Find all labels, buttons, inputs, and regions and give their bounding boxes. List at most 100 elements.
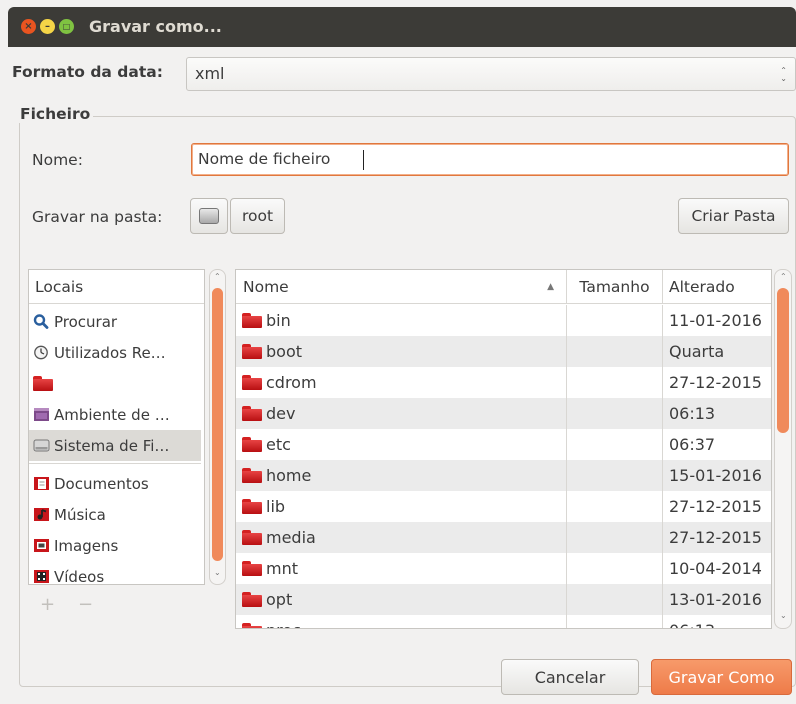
file-modified: 27-12-2015 xyxy=(669,528,762,547)
place-recent[interactable]: Utilizados Re… xyxy=(29,337,201,368)
file-modified: 27-12-2015 xyxy=(669,497,762,516)
file-row[interactable]: dev 06:13 xyxy=(236,398,771,429)
places-header: Locais xyxy=(29,270,204,304)
column-modified-label: Alterado xyxy=(669,277,735,296)
file-modified: 27-12-2015 xyxy=(669,373,762,392)
file-name: dev xyxy=(266,404,296,423)
create-folder-button[interactable]: Criar Pasta xyxy=(678,198,789,234)
file-size xyxy=(566,584,663,615)
place-videos[interactable]: Vídeos xyxy=(29,561,201,584)
column-name-header[interactable]: Nome ▲ xyxy=(236,270,566,303)
place-label: Sistema de Fi… xyxy=(54,436,170,455)
file-size xyxy=(566,615,663,628)
dialog-body: Formato da data: xml ⌃ ⌄ Ficheiro Nome: N… xyxy=(8,47,796,704)
places-divider xyxy=(29,463,201,464)
scroll-up-icon: ⌃ xyxy=(214,272,221,281)
drive-icon xyxy=(199,208,219,224)
file-size xyxy=(566,429,663,460)
file-size xyxy=(566,460,663,491)
close-icon: × xyxy=(24,20,33,32)
folder-icon xyxy=(242,437,262,452)
title-bar: × – □ Gravar como... xyxy=(8,7,796,47)
file-list-header: Nome ▲ Tamanho Alterado xyxy=(236,270,771,304)
file-row[interactable]: media 27-12-2015 xyxy=(236,522,771,553)
place-label: Música xyxy=(54,505,106,524)
minimize-window-button[interactable]: – xyxy=(40,19,55,34)
filename-input[interactable]: Nome de ficheiro xyxy=(191,143,789,176)
file-size xyxy=(566,305,663,336)
spin-arrows-icon: ⌃ ⌄ xyxy=(780,66,787,83)
file-modified: 11-01-2016 xyxy=(669,311,762,330)
file-row[interactable]: bin 11-01-2016 xyxy=(236,305,771,336)
file-name: opt xyxy=(266,590,293,609)
place-filesystem[interactable]: Sistema de Fi… xyxy=(29,430,201,461)
place-label: Documentos xyxy=(54,474,149,493)
documents-icon xyxy=(33,476,50,491)
folder-icon xyxy=(242,313,262,328)
cancel-button[interactable]: Cancelar xyxy=(501,659,639,695)
maximize-window-button[interactable]: □ xyxy=(59,19,74,34)
places-sidebar: Locais Procurar Utilizados Re… Ambiente … xyxy=(28,269,205,585)
file-row[interactable]: etc 06:37 xyxy=(236,429,771,460)
recent-clock-icon xyxy=(33,345,50,360)
column-size-label: Tamanho xyxy=(579,277,650,296)
file-name: boot xyxy=(266,342,303,361)
place-desktop[interactable]: Ambiente de … xyxy=(29,399,201,430)
places-scrollbar[interactable]: ⌃ ⌄ xyxy=(209,269,226,585)
file-name: home xyxy=(266,466,312,485)
remove-bookmark-button[interactable]: − xyxy=(78,594,93,615)
file-size xyxy=(566,553,663,584)
music-icon xyxy=(33,507,50,522)
folder-icon xyxy=(242,499,262,514)
file-size xyxy=(566,367,663,398)
folder-icon xyxy=(242,530,262,545)
videos-icon xyxy=(33,569,50,584)
format-value: xml xyxy=(195,64,225,83)
file-name: etc xyxy=(266,435,291,454)
minimize-icon: – xyxy=(45,20,50,32)
root-crumb-button[interactable]: root xyxy=(230,198,285,234)
place-images[interactable]: Imagens xyxy=(29,530,201,561)
file-size xyxy=(566,522,663,553)
place-music[interactable]: Música xyxy=(29,499,201,530)
file-modified: 06:13 xyxy=(663,621,715,628)
images-icon xyxy=(33,538,50,553)
folder-icon xyxy=(242,344,262,359)
place-documents[interactable]: Documentos xyxy=(29,468,201,499)
add-bookmark-button[interactable]: + xyxy=(40,594,55,615)
drive-crumb-button[interactable] xyxy=(190,198,228,234)
place-label: Imagens xyxy=(54,536,119,555)
sort-ascending-icon: ▲ xyxy=(547,281,554,292)
column-size-header[interactable]: Tamanho xyxy=(566,270,663,303)
format-select[interactable]: xml ⌃ ⌄ xyxy=(186,57,796,91)
file-row[interactable]: boot Quarta xyxy=(236,336,771,367)
file-row[interactable]: opt 13-01-2016 xyxy=(236,584,771,615)
file-list-scroll-thumb[interactable] xyxy=(777,288,789,433)
file-row[interactable]: proc 06:13 xyxy=(236,615,771,628)
file-row[interactable]: cdrom 27-12-2015 xyxy=(236,367,771,398)
places-scroll-thumb[interactable] xyxy=(212,288,223,561)
drive-icon xyxy=(33,438,50,453)
scroll-down-icon: ⌄ xyxy=(214,568,221,577)
file-name: mnt xyxy=(266,559,298,578)
search-icon xyxy=(33,314,50,329)
file-name: cdrom xyxy=(266,373,317,392)
folder-icon xyxy=(242,592,262,607)
save-as-button[interactable]: Gravar Como xyxy=(651,659,792,695)
folder-icon xyxy=(33,376,53,391)
place-search[interactable]: Procurar xyxy=(29,306,201,337)
file-row[interactable]: lib 27-12-2015 xyxy=(236,491,771,522)
file-row[interactable]: home 15-01-2016 xyxy=(236,460,771,491)
filename-value: Nome de ficheiro xyxy=(198,150,331,168)
file-list-scrollbar[interactable]: ⌃ ⌄ xyxy=(774,269,792,629)
scroll-down-icon: ⌄ xyxy=(780,611,787,620)
close-window-button[interactable]: × xyxy=(21,19,36,34)
file-name: lib xyxy=(266,497,286,516)
file-modified: 10-04-2014 xyxy=(669,559,762,578)
place-label: Ambiente de … xyxy=(54,405,170,424)
file-modified: 06:37 xyxy=(669,435,716,454)
file-row[interactable]: mnt 10-04-2014 xyxy=(236,553,771,584)
column-modified-header[interactable]: Alterado xyxy=(663,278,735,296)
file-name: proc xyxy=(266,621,301,628)
place-home-folder[interactable] xyxy=(29,368,201,399)
